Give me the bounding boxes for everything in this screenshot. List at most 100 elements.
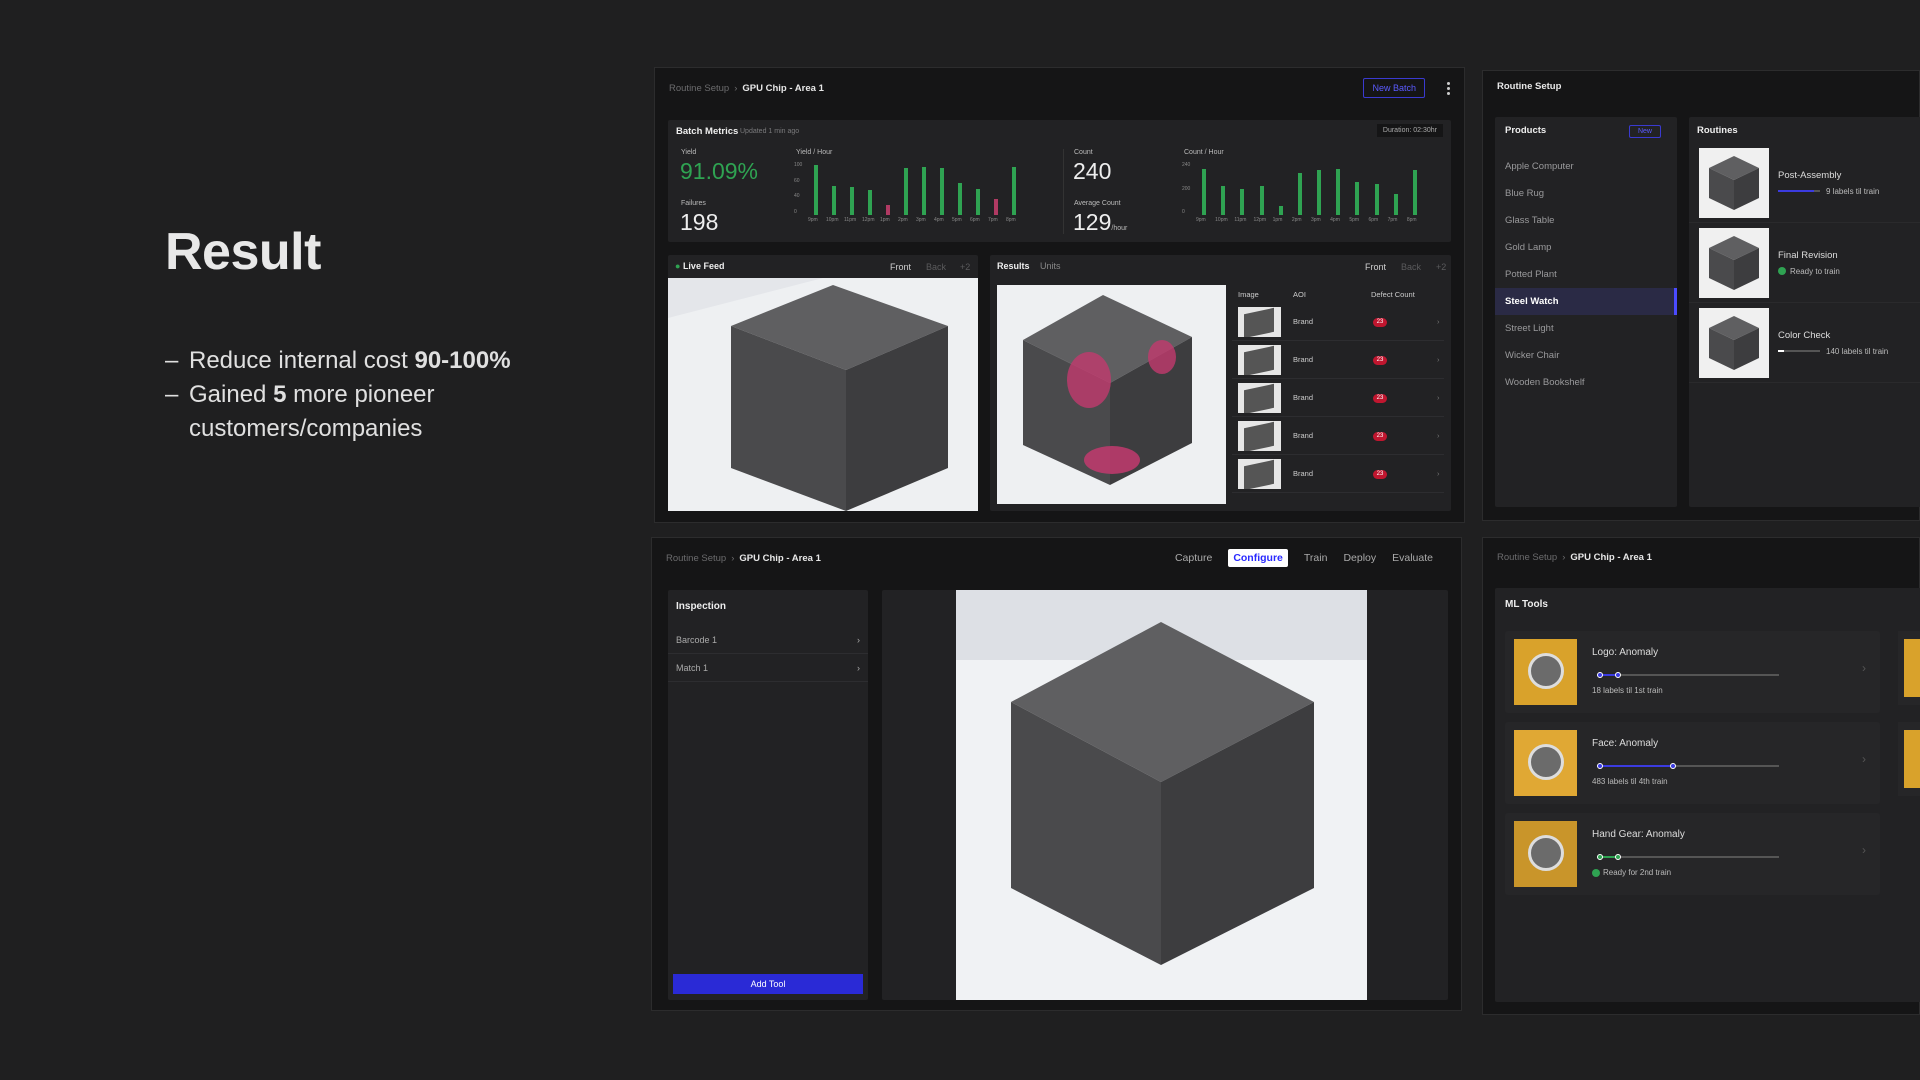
bullet-2: – Gained 5 more pioneer customers/compani… <box>165 381 435 442</box>
add-tool-button[interactable]: Add Tool <box>673 974 863 994</box>
cube-image <box>956 590 1367 1000</box>
count-hour-chart: 240 200 0 9pm 10pm 11pm 12pm 1pm 2pm 3pm 4pm 5pm 6pm… <box>1182 162 1438 225</box>
product-item[interactable]: Apple Computer <box>1495 153 1677 180</box>
product-item[interactable]: Wicker Chair <box>1495 342 1677 369</box>
product-item[interactable]: Street Light <box>1495 315 1677 342</box>
routine-name: Post-Assembly <box>1778 169 1842 181</box>
chart-bar <box>994 199 998 215</box>
x-tick-label: 12pm <box>862 217 875 223</box>
tool-progress <box>1597 672 1779 678</box>
defect-count-cell: 23 <box>1373 316 1437 327</box>
chevron-right-icon: › <box>1437 469 1440 478</box>
tab-configure[interactable]: Configure <box>1228 549 1288 567</box>
chart-bar <box>958 183 962 215</box>
tab-train[interactable]: Train <box>1304 552 1328 564</box>
chart-bar <box>1355 181 1360 215</box>
aoi-cell: Brand <box>1293 317 1314 326</box>
updated-text: Updated 1 min ago <box>740 128 800 135</box>
product-item[interactable]: Steel Watch <box>1495 288 1677 315</box>
chart-bar <box>1012 167 1016 215</box>
tab-front[interactable]: Front <box>890 262 911 272</box>
breadcrumb-current: GPU Chip - Area 1 <box>1570 551 1652 563</box>
breadcrumb-parent[interactable]: Routine Setup <box>666 553 726 564</box>
defect-badge: 23 <box>1373 432 1387 441</box>
breadcrumb-current: GPU Chip - Area 1 <box>739 552 821 564</box>
progress-bar <box>1778 190 1820 193</box>
routine-status: 9 labels til train <box>1826 186 1880 196</box>
chart-bar <box>1240 188 1245 215</box>
product-item[interactable]: Wooden Bookshelf <box>1495 369 1677 396</box>
product-list: Apple Computer Blue Rug Glass Table Gold La… <box>1495 153 1677 396</box>
tab-back[interactable]: Back <box>926 262 946 272</box>
y-tick-label: 0 <box>794 208 797 215</box>
tool-item-barcode[interactable]: Barcode 1 › <box>668 626 868 654</box>
chart-bar <box>1297 173 1302 215</box>
yield-hour-label: Yield / Hour <box>796 149 833 156</box>
tool-item-match[interactable]: Match 1 › <box>668 654 868 682</box>
routine-name: Final Revision <box>1778 249 1838 261</box>
table-row[interactable]: Brand 23 › <box>1232 341 1444 379</box>
x-tick-label: 1pm <box>880 217 890 223</box>
x-tick-label: 11pm <box>1234 217 1247 223</box>
product-item[interactable]: Gold Lamp <box>1495 234 1677 261</box>
thumbnail <box>1238 420 1281 451</box>
y-tick-label: 100 <box>794 162 803 168</box>
next-card-peek <box>1898 722 1920 796</box>
table-row[interactable]: Brand 23 › <box>1232 379 1444 417</box>
results-table: Image AOI Defect Count Brand 23 › Brand 23 › B… <box>1232 285 1444 504</box>
routine-card[interactable]: Color Check 140 labels til train <box>1689 303 1920 383</box>
tab-results[interactable]: Results <box>997 261 1030 271</box>
x-tick-label: 7pm <box>1387 217 1398 223</box>
chart-bar <box>850 187 854 215</box>
routine-card[interactable]: Post-Assembly 9 labels til train <box>1689 143 1920 223</box>
tool-progress <box>1597 854 1779 860</box>
chevron-right-icon: › <box>734 82 738 94</box>
ml-tools-title: ML Tools <box>1505 599 1548 610</box>
new-batch-button[interactable]: New Batch <box>1363 78 1425 98</box>
tool-name: Logo: Anomaly <box>1592 647 1659 658</box>
chart-bar <box>1202 168 1206 215</box>
more-options-icon[interactable] <box>1447 81 1450 95</box>
ml-tool-card[interactable]: Face: Anomaly 483 labels til 4th train › <box>1505 722 1880 804</box>
tab-back[interactable]: Back <box>1401 262 1421 272</box>
product-item[interactable]: Blue Rug <box>1495 180 1677 207</box>
ml-tool-card[interactable]: Logo: Anomaly 18 labels til 1st train › <box>1505 631 1880 713</box>
routine-status: 140 labels til train <box>1826 346 1889 356</box>
check-circle-icon <box>1592 868 1600 877</box>
x-tick-label: 4pm <box>1330 217 1340 223</box>
tab-more[interactable]: +2 <box>1436 262 1446 272</box>
chart-bar <box>904 168 908 215</box>
x-tick-label: 7pm <box>988 217 998 223</box>
chevron-right-icon: › <box>1562 551 1566 563</box>
table-row[interactable]: Brand 23 › <box>1232 303 1444 341</box>
chart-bar <box>1393 194 1398 215</box>
ml-tool-card[interactable]: Hand Gear: Anomaly Ready for 2nd train › <box>1505 813 1880 895</box>
table-row[interactable]: Brand 23 › <box>1232 417 1444 455</box>
defect-badge: 23 <box>1373 318 1387 327</box>
tab-deploy[interactable]: Deploy <box>1343 552 1376 564</box>
routines-panel: Routines Post-Assembly 9 labels til train… <box>1689 117 1920 507</box>
inspection-image <box>956 590 1367 1000</box>
tab-more[interactable]: +2 <box>960 262 970 272</box>
routine-card[interactable]: Final Revision Ready to train <box>1689 223 1920 303</box>
breadcrumb-parent[interactable]: Routine Setup <box>669 83 729 94</box>
tab-evaluate[interactable]: Evaluate <box>1392 552 1433 564</box>
tool-name: Hand Gear: Anomaly <box>1592 829 1685 840</box>
product-item[interactable]: Potted Plant <box>1495 261 1677 288</box>
table-row[interactable]: Brand 23 › <box>1232 455 1444 493</box>
breadcrumb: Routine Setup › GPU Chip - Area 1 New Ba… <box>655 68 1464 108</box>
chart-bar <box>1259 186 1264 215</box>
x-tick-label: 6pm <box>1368 217 1379 223</box>
aoi-cell: Brand <box>1293 431 1314 440</box>
chart-bar <box>1412 169 1417 215</box>
tab-front[interactable]: Front <box>1365 262 1386 272</box>
tab-capture[interactable]: Capture <box>1175 552 1212 564</box>
workflow-tabs: Capture Configure Train Deploy Evaluate <box>1159 549 1433 567</box>
product-item[interactable]: Glass Table <box>1495 207 1677 234</box>
tab-units[interactable]: Units <box>1040 261 1061 271</box>
x-tick-label: 8pm <box>1406 217 1417 223</box>
new-product-button[interactable]: New <box>1628 125 1661 138</box>
breadcrumb-parent[interactable]: Routine Setup <box>1497 552 1557 563</box>
x-tick-label: 5pm <box>952 217 962 223</box>
chart-bar <box>814 164 818 215</box>
